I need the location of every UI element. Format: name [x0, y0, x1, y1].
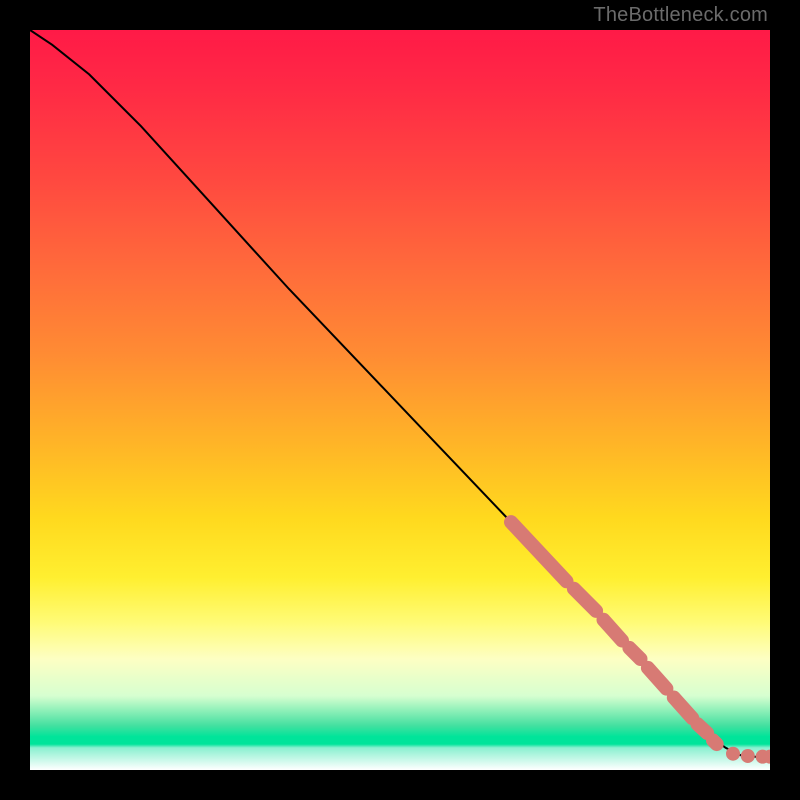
highlight-segment — [574, 589, 596, 611]
highlight-segment — [511, 522, 567, 581]
line-curve — [30, 30, 770, 757]
chart-frame — [30, 30, 770, 770]
highlight-point — [741, 749, 755, 763]
highlight-point — [726, 747, 740, 761]
highlight-segment — [713, 740, 717, 744]
highlight-segment — [674, 697, 693, 718]
highlight-segment — [648, 668, 667, 689]
highlight-segment — [604, 620, 623, 641]
chart-overlay — [30, 30, 770, 770]
highlight-segment — [697, 724, 707, 733]
watermark-text: TheBottleneck.com — [593, 4, 768, 27]
highlight-markers — [511, 522, 770, 764]
highlight-segment — [629, 648, 640, 659]
